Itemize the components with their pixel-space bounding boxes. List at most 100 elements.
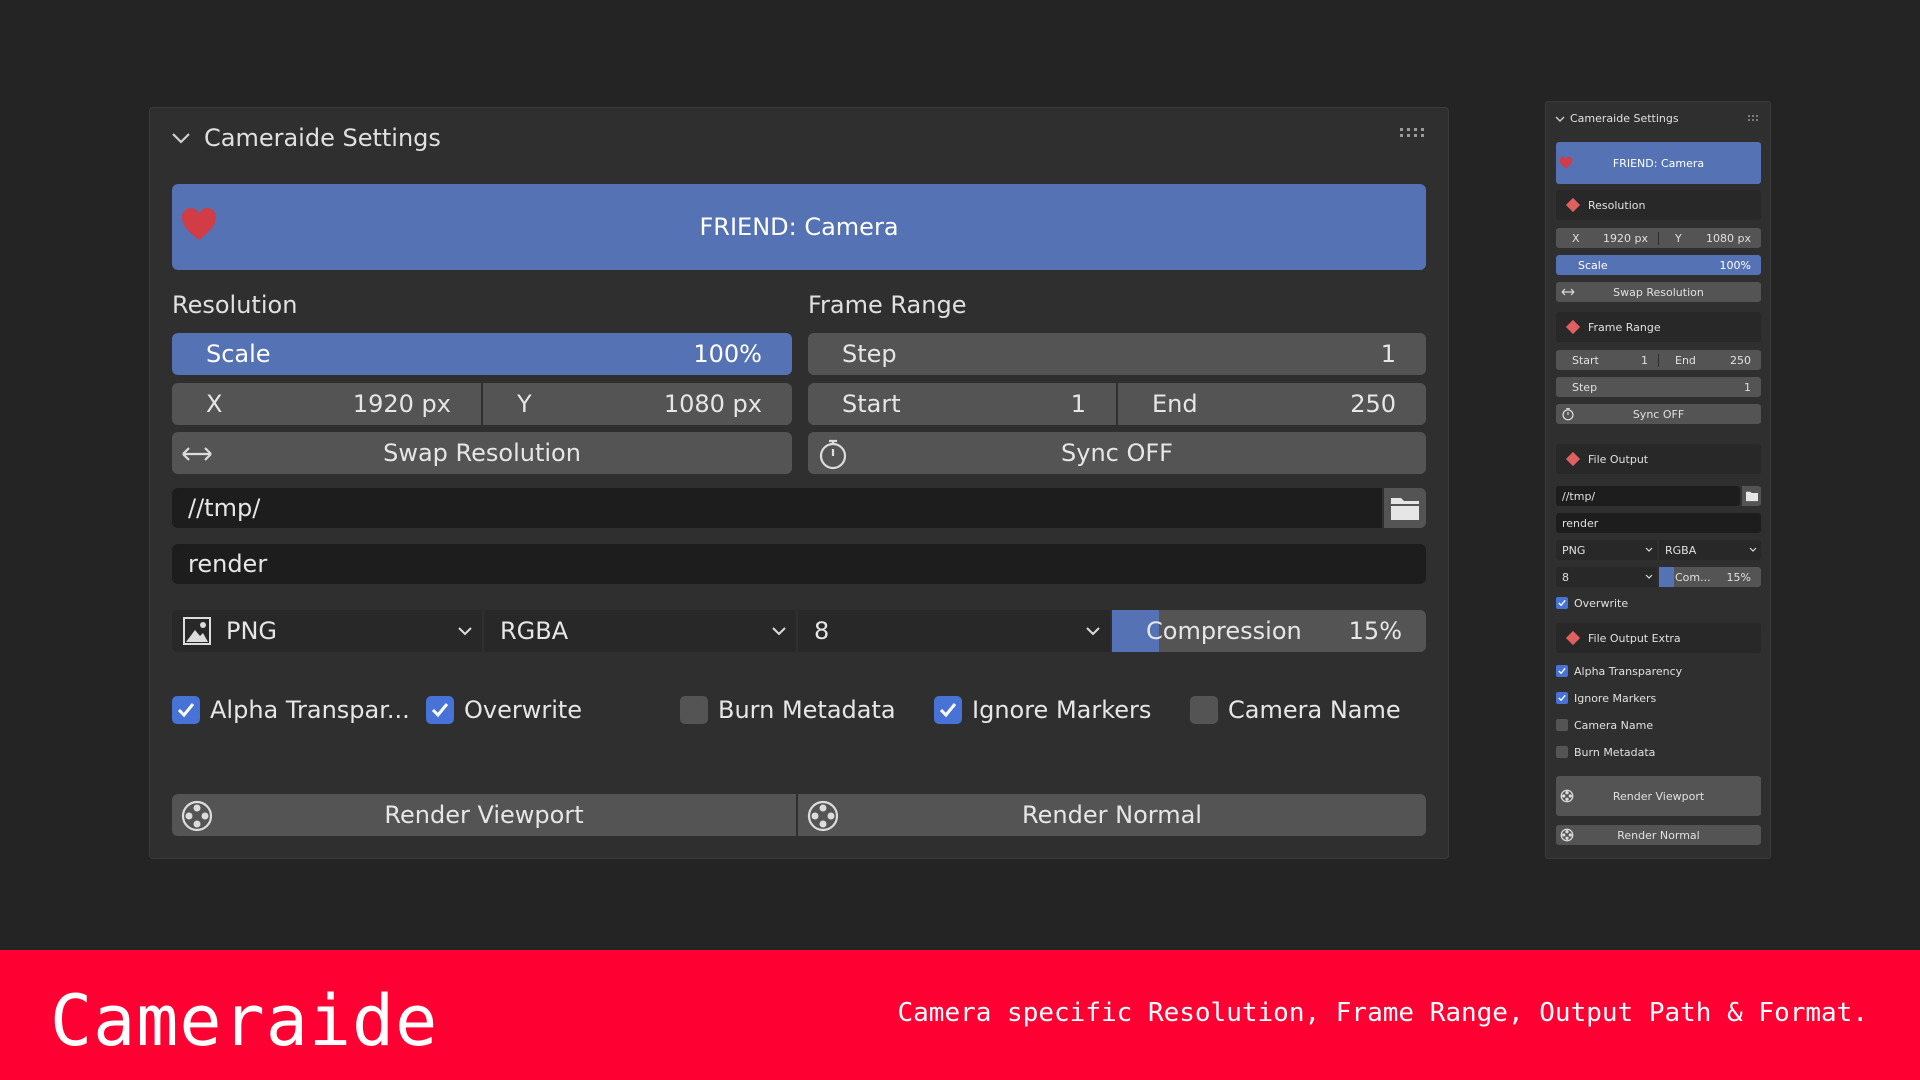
- step-value: 1: [1380, 340, 1396, 368]
- file-format-dropdown[interactable]: PNG: [172, 610, 482, 652]
- overwrite-checkbox[interactable]: Overwrite: [426, 694, 582, 726]
- compact-ignore-markers-checkbox[interactable]: Ignore Markers: [1556, 691, 1656, 705]
- resolution-y-field[interactable]: Y 1080 px: [481, 383, 792, 425]
- compact-file-output-extra-label: File Output Extra: [1588, 631, 1681, 645]
- x-label: X: [206, 390, 223, 418]
- heart-icon: [1559, 156, 1573, 169]
- compact-render-normal-button[interactable]: Render Normal: [1556, 825, 1761, 845]
- compact-swap-resolution-button[interactable]: Swap Resolution: [1556, 282, 1761, 302]
- compact-overwrite-checkbox[interactable]: Overwrite: [1556, 596, 1628, 610]
- folder-icon: [1745, 491, 1758, 502]
- compact-sync-button[interactable]: Sync OFF: [1556, 404, 1761, 424]
- compact-file-format-dropdown[interactable]: PNG: [1556, 540, 1657, 560]
- color-mode-dropdown[interactable]: RGBA: [484, 610, 796, 652]
- checkbox-unchecked-icon[interactable]: [680, 696, 708, 724]
- frame-start-end-row: Start 1 End 250: [808, 383, 1426, 425]
- drag-grip-icon[interactable]: [1400, 126, 1428, 140]
- swap-resolution-label: Swap Resolution: [1613, 285, 1704, 299]
- checkbox-unchecked-icon[interactable]: [1556, 746, 1568, 758]
- render-normal-label: Render Normal: [1617, 828, 1700, 842]
- film-reel-icon: [1560, 789, 1574, 803]
- x-value: 1920 px: [1603, 231, 1648, 245]
- compact-filename-input[interactable]: render: [1556, 513, 1761, 533]
- checkbox-checked-icon[interactable]: [426, 696, 454, 724]
- compact-resolution-xy-row: X 1920 px Y 1080 px: [1556, 228, 1761, 248]
- chevron-down-icon[interactable]: [1554, 113, 1566, 125]
- end-label: End: [1675, 353, 1696, 367]
- checkbox-checked-icon[interactable]: [1556, 597, 1568, 609]
- checkbox-checked-icon[interactable]: [1556, 692, 1568, 704]
- render-normal-button[interactable]: Render Normal: [798, 794, 1426, 836]
- compact-camera-name-checkbox[interactable]: Camera Name: [1556, 718, 1653, 732]
- compact-resolution-label: Resolution: [1588, 198, 1646, 212]
- alpha-transparency-checkbox[interactable]: Alpha Transpar...: [172, 694, 410, 726]
- resolution-x-field[interactable]: X 1920 px: [172, 383, 481, 425]
- checkbox-label: Burn Metadata: [718, 696, 896, 724]
- chevron-down-icon[interactable]: [168, 125, 194, 151]
- compact-frame-range-label: Frame Range: [1588, 320, 1661, 334]
- compression-fill: [1659, 567, 1675, 587]
- compact-color-depth-dropdown[interactable]: 8: [1556, 567, 1657, 587]
- compact-file-output-extra-subpanel[interactable]: File Output Extra: [1556, 623, 1761, 653]
- panel-header[interactable]: Cameraide Settings: [168, 118, 441, 158]
- y-label: Y: [1675, 231, 1682, 245]
- frame-end-field[interactable]: End 250: [1116, 383, 1426, 425]
- render-viewport-button[interactable]: Render Viewport: [172, 794, 796, 836]
- checkbox-checked-icon[interactable]: [1556, 665, 1568, 677]
- browse-folder-button[interactable]: [1384, 488, 1426, 528]
- compact-frame-range-subpanel[interactable]: Frame Range: [1556, 312, 1761, 342]
- checkbox-unchecked-icon[interactable]: [1190, 696, 1218, 724]
- scale-value: 100%: [693, 340, 762, 368]
- y-value: 1080 px: [1706, 231, 1751, 245]
- stopwatch-icon: [1562, 408, 1574, 421]
- checkbox-unchecked-icon[interactable]: [1556, 719, 1568, 731]
- color-depth-dropdown[interactable]: 8: [798, 610, 1110, 652]
- scale-slider[interactable]: Scale 100%: [172, 333, 792, 375]
- chevron-down-icon: [772, 627, 786, 636]
- compact-alpha-transparency-checkbox[interactable]: Alpha Transparency: [1556, 664, 1682, 678]
- compact-compression-slider[interactable]: Com... 15%: [1659, 567, 1761, 587]
- compact-burn-metadata-checkbox[interactable]: Burn Metadata: [1556, 745, 1655, 759]
- compact-color-mode-dropdown[interactable]: RGBA: [1659, 540, 1761, 560]
- camera-name-checkbox[interactable]: Camera Name: [1190, 694, 1401, 726]
- compact-file-output-subpanel[interactable]: File Output: [1556, 444, 1761, 474]
- checkbox-checked-icon[interactable]: [172, 696, 200, 724]
- film-reel-icon: [181, 800, 213, 832]
- diamond-icon: [1565, 451, 1581, 467]
- compact-friend-camera-button[interactable]: FRIEND: Camera: [1556, 142, 1761, 184]
- compact-panel-header[interactable]: Cameraide Settings: [1554, 112, 1679, 125]
- filename-input[interactable]: render: [172, 544, 1426, 584]
- chevron-down-icon: [1645, 574, 1653, 579]
- step-field[interactable]: Step 1: [808, 333, 1426, 375]
- compact-x-field[interactable]: X 1920 px: [1556, 232, 1658, 245]
- step-label: Step: [842, 340, 897, 368]
- compression-slider[interactable]: Compression 15%: [1112, 610, 1426, 652]
- swap-resolution-button[interactable]: Swap Resolution: [172, 432, 792, 474]
- compact-render-viewport-button[interactable]: Render Viewport: [1556, 776, 1761, 816]
- frame-start-field[interactable]: Start 1: [808, 383, 1116, 425]
- compact-start-field[interactable]: Start 1: [1556, 354, 1658, 367]
- checkbox-checked-icon[interactable]: [934, 696, 962, 724]
- output-path-input[interactable]: //tmp/: [172, 488, 1382, 528]
- compact-end-field[interactable]: End 250: [1658, 353, 1761, 367]
- chevron-down-icon: [1645, 547, 1653, 552]
- compact-y-field[interactable]: Y 1080 px: [1658, 231, 1761, 245]
- compact-step-field[interactable]: Step 1: [1556, 377, 1761, 397]
- ignore-markers-checkbox[interactable]: Ignore Markers: [934, 694, 1151, 726]
- burn-metadata-checkbox[interactable]: Burn Metadata: [680, 694, 896, 726]
- friend-camera-button[interactable]: FRIEND: Camera: [172, 184, 1426, 270]
- render-viewport-label: Render Viewport: [384, 801, 584, 829]
- scale-field[interactable]: Scale 100%: [172, 333, 792, 375]
- compact-scale-slider[interactable]: Scale 100%: [1556, 255, 1761, 275]
- compact-friend-camera-label: FRIEND: Camera: [1612, 156, 1705, 170]
- compact-resolution-subpanel[interactable]: Resolution: [1556, 190, 1761, 220]
- drag-grip-icon[interactable]: [1748, 115, 1760, 121]
- resolution-label: Resolution: [172, 291, 298, 319]
- checkbox-label: Burn Metadata: [1574, 745, 1656, 759]
- compact-browse-folder-button[interactable]: [1742, 486, 1761, 506]
- step-value: 1: [1744, 380, 1751, 394]
- sync-button[interactable]: Sync OFF: [808, 432, 1426, 474]
- end-value: 250: [1730, 353, 1751, 367]
- checkbox-label: Alpha Transpar...: [210, 696, 410, 724]
- compact-output-path-input[interactable]: //tmp/: [1556, 486, 1740, 506]
